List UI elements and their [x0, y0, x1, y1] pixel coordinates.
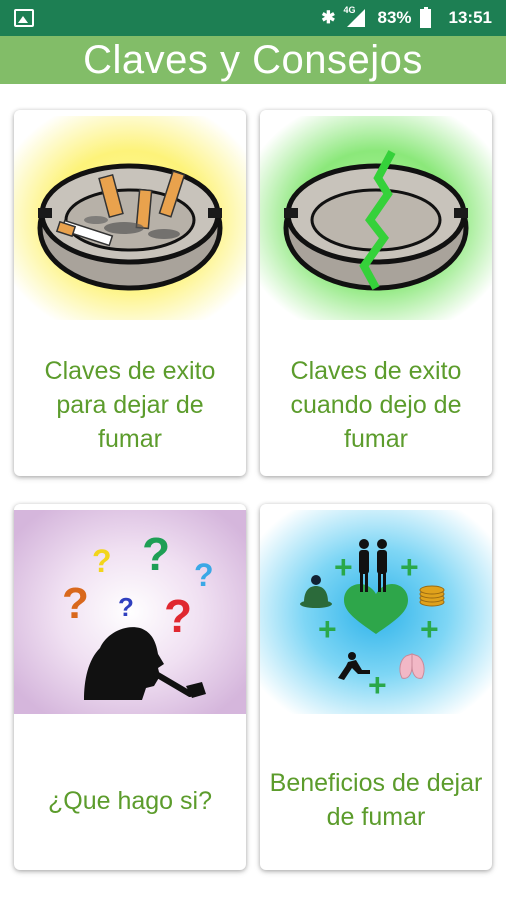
clock: 13:51 [448, 8, 492, 27]
title-bar: Claves y Consejos [0, 36, 506, 84]
ashtray-icon [14, 116, 246, 320]
svg-text:?: ? [142, 528, 170, 580]
battery-percent: 83% [377, 8, 412, 27]
battery-icon [419, 6, 431, 28]
status-bar: ✱ 4G 83% 13:51 [0, 0, 506, 36]
status-icons: ✱ 4G 83% 13:51 [321, 0, 492, 36]
signal-icon: 4G [343, 5, 369, 29]
svg-text:?: ? [194, 557, 214, 593]
bluetooth-icon: ✱ [321, 8, 336, 27]
card-benefits[interactable]: + + + + + Beneficios de dejar de fumar [260, 504, 492, 870]
svg-text:+: + [420, 611, 439, 647]
benefits-icon: + + + + + [260, 510, 492, 714]
network-type: 4G [343, 5, 356, 15]
question-head-icon: ? ? ? ? ? ? [14, 510, 246, 714]
page-title: Claves y Consejos [83, 37, 423, 82]
card-keys-to-quit[interactable]: Claves de exito para dejar de fumar [14, 110, 246, 476]
svg-text:?: ? [118, 592, 134, 622]
svg-text:+: + [368, 667, 387, 703]
card-label: Claves de exito para dejar de fumar [44, 357, 216, 453]
svg-text:+: + [400, 549, 419, 585]
svg-text:+: + [318, 611, 337, 647]
svg-text:?: ? [92, 543, 112, 579]
card-keys-when-quitting[interactable]: Claves de exito cuando dejo de fumar [260, 110, 492, 476]
card-label: ¿Que hago si? [48, 787, 212, 815]
broken-ashtray-icon [260, 116, 492, 320]
svg-text:+: + [334, 549, 353, 585]
svg-text:?: ? [62, 579, 89, 628]
card-label: Beneficios de dejar de fumar [269, 769, 483, 831]
svg-text:?: ? [164, 590, 192, 642]
card-label: Claves de exito cuando dejo de fumar [290, 357, 462, 453]
card-what-if[interactable]: ? ? ? ? ? ? ¿Que hago si? [14, 504, 246, 870]
gallery-notification-icon [14, 9, 34, 27]
